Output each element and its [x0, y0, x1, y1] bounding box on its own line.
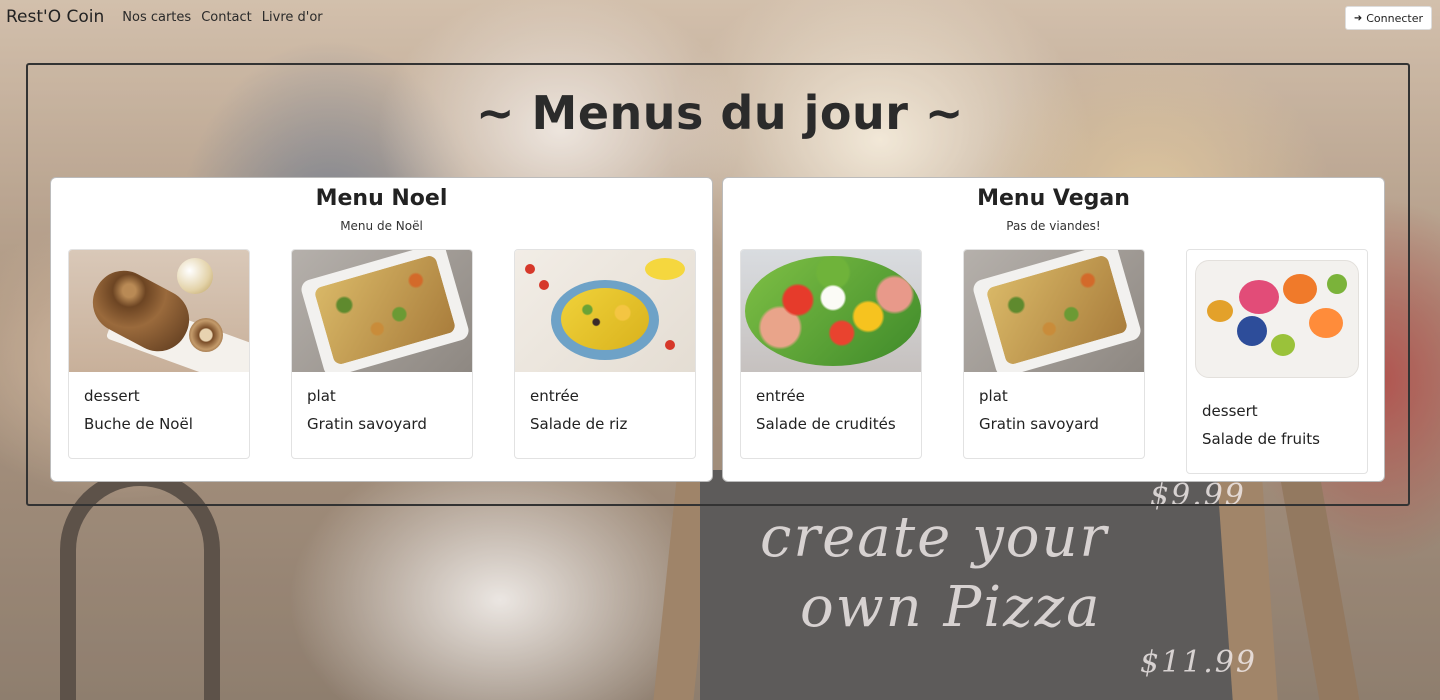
menu-subtitle: Pas de viandes! [1006, 219, 1101, 233]
connect-button[interactable]: ➜ Connecter [1344, 6, 1432, 30]
dish-card[interactable]: dessert Salade de fruits [1186, 249, 1368, 474]
menu-card-vegan: Menu Vegan Pas de viandes! entrée Salade… [722, 177, 1385, 482]
dish-category: entrée [530, 387, 579, 405]
nav-link-livre-dor[interactable]: Livre d'or [262, 10, 323, 25]
dish-category: dessert [84, 387, 140, 405]
menu-title: Menu Vegan [977, 186, 1130, 211]
gratin-photo [292, 250, 472, 372]
dish-category: dessert [1202, 402, 1258, 420]
dish-card[interactable]: plat Gratin savoyard [963, 249, 1145, 459]
salade-crudites-photo [741, 250, 921, 372]
dish-name: Gratin savoyard [307, 415, 427, 433]
dish-category: entrée [756, 387, 805, 405]
navbar: Rest'O Coin Nos cartes Contact Livre d'o… [0, 0, 1440, 34]
dish-name: Salade de fruits [1202, 430, 1320, 448]
gratin-photo [964, 250, 1144, 372]
salade-de-fruits-photo [1187, 250, 1367, 387]
dish-category: plat [979, 387, 1008, 405]
connect-label: Connecter [1366, 11, 1423, 25]
menu-subtitle: Menu de Noël [340, 219, 423, 233]
dish-category: plat [307, 387, 336, 405]
nav-link-nos-cartes[interactable]: Nos cartes [122, 10, 191, 25]
dish-name: Buche de Noël [84, 415, 193, 433]
dish-card[interactable]: plat Gratin savoyard [291, 249, 473, 459]
menu-card-noel: Menu Noel Menu de Noël dessert Buche de … [50, 177, 713, 482]
sign-in-icon: ➜ [1353, 12, 1363, 24]
dish-name: Salade de crudités [756, 415, 896, 433]
dish-card[interactable]: dessert Buche de Noël [68, 249, 250, 459]
dish-card[interactable]: entrée Salade de riz [514, 249, 696, 459]
salade-de-riz-photo [515, 250, 695, 372]
nav-link-contact[interactable]: Contact [201, 10, 252, 25]
buche-de-noel-photo [69, 250, 249, 372]
menu-title: Menu Noel [315, 186, 448, 211]
brand-link[interactable]: Rest'O Coin [6, 7, 104, 27]
dish-name: Salade de riz [530, 415, 628, 433]
dish-card[interactable]: entrée Salade de crudités [740, 249, 922, 459]
page-title: ~ Menus du jour ~ [476, 86, 964, 140]
dish-name: Gratin savoyard [979, 415, 1099, 433]
